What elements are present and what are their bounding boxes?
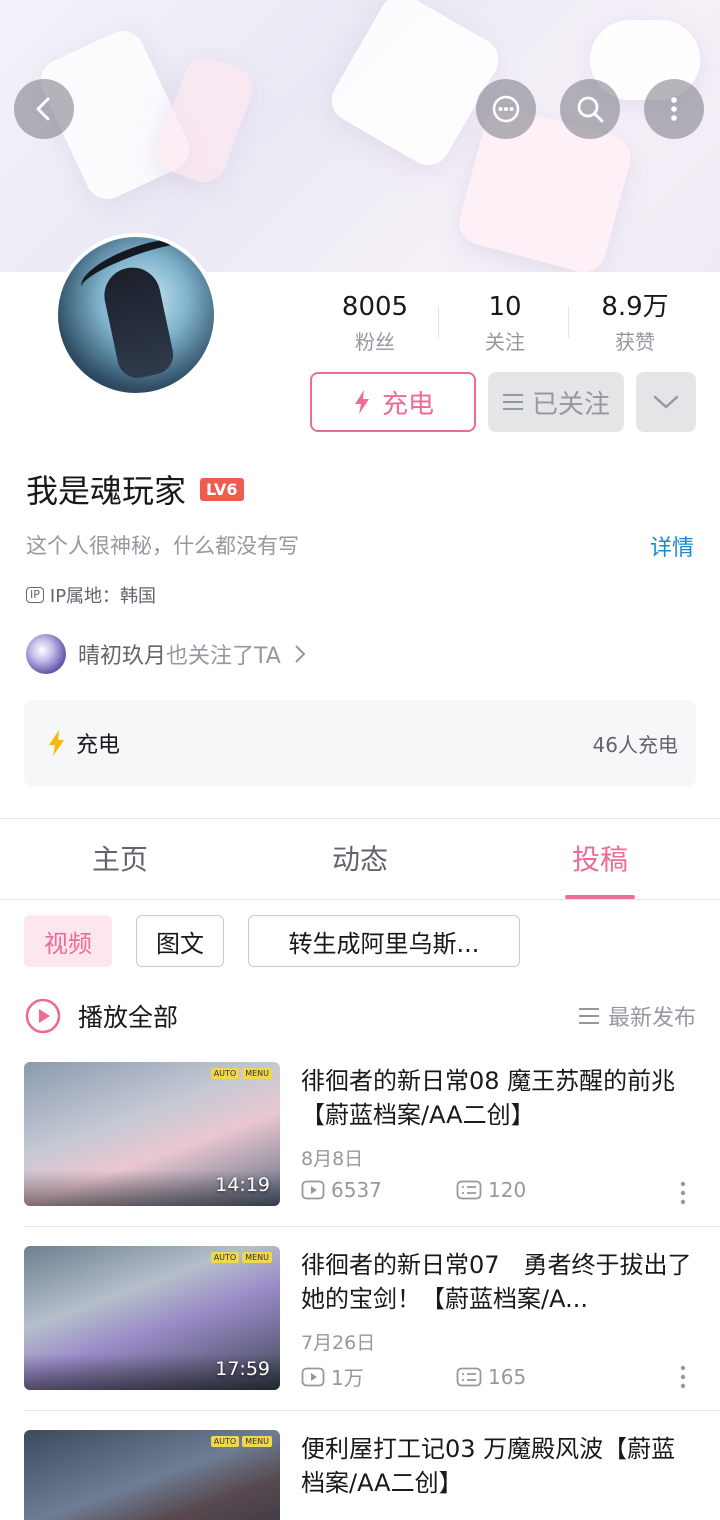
stat-label: 粉丝 (355, 330, 395, 354)
video-item[interactable]: AUTO MENU 14:19 徘徊者的新日常08 魔王苏醒的前兆 【蔚蓝档案/A… (24, 1062, 696, 1206)
ip-icon: IP (26, 587, 44, 603)
mutual-text: 也关注了TA (166, 644, 281, 669)
chip-video[interactable]: 视频 (24, 915, 112, 967)
video-duration: 17:59 (215, 1358, 270, 1380)
video-title: 便利屋打工记03 万魔殿风波【蔚蓝档案/AA二创】 (301, 1435, 676, 1497)
lightning-icon (354, 390, 369, 414)
avatar[interactable] (54, 233, 218, 397)
profile-banner (0, 0, 720, 272)
play-all-label: 播放全部 (78, 1003, 179, 1032)
section-divider (0, 818, 720, 819)
view-count: 1万 (331, 1366, 364, 1390)
video-thumbnail[interactable]: AUTO MENU 17:59 (24, 1246, 280, 1390)
thumb-hud: AUTO MENU (210, 1252, 272, 1263)
video-meta: 6537 120 (301, 1178, 696, 1202)
stat-value: 8.9万 (601, 292, 669, 322)
avatar-figure (99, 262, 177, 382)
search-button[interactable] (560, 79, 620, 139)
chip-article[interactable]: 图文 (136, 915, 224, 967)
expand-button[interactable] (636, 372, 696, 432)
video-more-icon[interactable] (676, 1180, 690, 1206)
play-circle-icon (25, 998, 61, 1034)
stat-divider (438, 306, 439, 338)
lightning-icon (49, 730, 64, 756)
back-button[interactable] (14, 79, 74, 139)
follow-button[interactable]: 已关注 (488, 372, 624, 432)
vertical-dots-icon (671, 97, 677, 121)
video-title: 徘徊者的新日常07 勇者终于拔出了她的宝剑！【蔚蓝档案/A... (301, 1251, 692, 1313)
tab-home[interactable]: 主页 (0, 820, 240, 899)
chip-series[interactable]: 转生成阿里乌斯... (248, 915, 520, 967)
stat-value: 8005 (341, 292, 409, 322)
more-options-button[interactable] (644, 79, 704, 139)
menu-lines-icon (502, 394, 523, 410)
video-date: 8月8日 (301, 1148, 364, 1170)
message-button[interactable] (476, 79, 536, 139)
play-row: 播放全部 最新发布 (24, 996, 696, 1036)
ip-location: IP IP属地：韩国 (26, 582, 156, 608)
play-count-icon (301, 1367, 325, 1386)
thumb-hud: AUTO MENU (210, 1436, 272, 1447)
thumb-hud: AUTO MENU (210, 1068, 272, 1079)
sort-button[interactable]: 最新发布 (578, 1000, 696, 1032)
stat-label: 关注 (485, 330, 525, 354)
chat-bubble-icon (492, 95, 520, 123)
list-divider (24, 1226, 720, 1227)
charge-count: 46人充电 (592, 732, 678, 757)
tab-dynamic[interactable]: 动态 (240, 820, 480, 899)
chevron-right-icon (295, 645, 306, 663)
comment-icon (456, 1367, 482, 1386)
video-more-icon[interactable] (676, 1364, 690, 1390)
level-badge: LV6 (200, 477, 244, 501)
content-filter: 视频 图文 转生成阿里乌斯... (24, 915, 520, 967)
tab-uploads[interactable]: 投稿 (480, 820, 720, 899)
user-name: 我是魂玩家 (26, 472, 187, 510)
comment-count: 165 (488, 1364, 527, 1389)
charge-button-label: 充电 (381, 389, 434, 420)
video-thumbnail[interactable]: AUTO MENU (24, 1430, 280, 1520)
follow-button-label: 已关注 (531, 389, 610, 420)
mutual-follow-row[interactable]: 晴初玖月也关注了TA (26, 634, 307, 674)
video-thumbnail[interactable]: AUTO MENU 14:19 (24, 1062, 280, 1206)
stat-label: 获赞 (615, 330, 655, 354)
chevron-down-icon (653, 395, 679, 409)
video-item[interactable]: AUTO MENU 17:59 徘徊者的新日常07 勇者终于拔出了她的宝剑！【蔚蓝… (24, 1246, 696, 1390)
charge-button[interactable]: 充电 (310, 372, 476, 432)
video-date: 7月26日 (301, 1332, 376, 1354)
charge-panel-label: 充电 (76, 733, 121, 758)
mutual-name: 晴初玖月 (78, 644, 167, 669)
stat-value: 10 (488, 292, 522, 322)
video-item[interactable]: AUTO MENU 便利屋打工记03 万魔殿风波【蔚蓝档案/AA二创】 (24, 1430, 696, 1520)
view-count: 6537 (331, 1178, 382, 1202)
stat-likes[interactable]: 8.9万 获赞 (570, 290, 700, 360)
comment-count: 120 (488, 1178, 527, 1202)
chevron-left-icon (36, 97, 50, 121)
charge-panel[interactable]: 充电 46人充电 (24, 700, 696, 786)
sort-label: 最新发布 (607, 1006, 696, 1031)
search-icon (577, 96, 604, 123)
mutual-avatar (26, 634, 66, 674)
profile-stats: 8005 粉丝 10 关注 8.9万 获赞 (310, 290, 700, 360)
stat-following[interactable]: 10 关注 (440, 290, 570, 360)
user-bio: 这个人很神秘，什么都没有写 (26, 534, 299, 558)
stat-divider (568, 306, 569, 338)
sort-lines-icon (578, 1008, 599, 1024)
stat-fans[interactable]: 8005 粉丝 (310, 290, 440, 360)
comment-icon (456, 1180, 482, 1200)
detail-link[interactable]: 详情 (650, 530, 694, 562)
name-row: 我是魂玩家 LV6 (26, 466, 244, 512)
list-divider (24, 1410, 720, 1411)
video-title: 徘徊者的新日常08 魔王苏醒的前兆 【蔚蓝档案/AA二创】 (301, 1067, 676, 1129)
play-count-icon (301, 1180, 325, 1200)
ip-text: IP属地：韩国 (49, 586, 157, 607)
video-meta: 1万 165 (301, 1362, 696, 1391)
play-all-button[interactable]: 播放全部 (24, 997, 178, 1035)
video-duration: 14:19 (215, 1174, 270, 1196)
profile-tabs: 主页 动态 投稿 (0, 820, 720, 900)
banner-shape (151, 51, 259, 189)
